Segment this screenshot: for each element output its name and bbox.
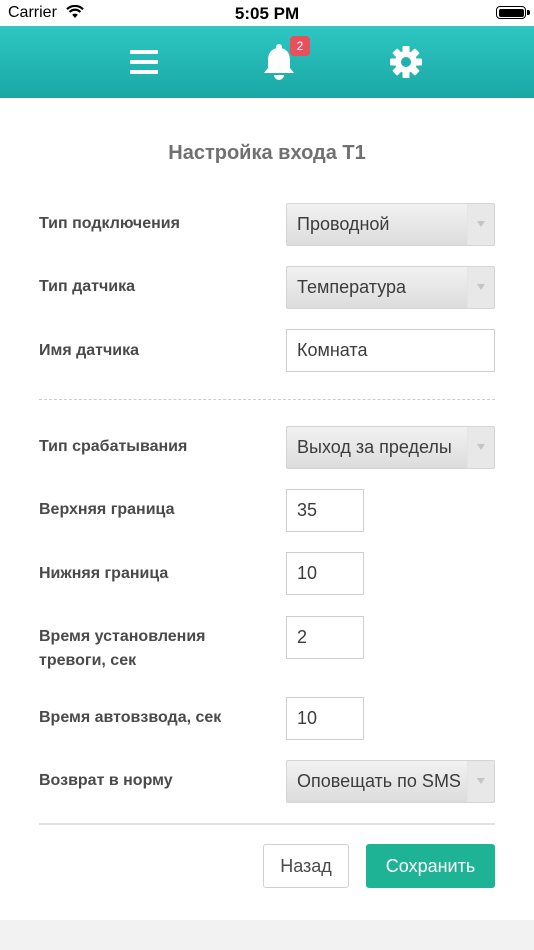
sensor-name-label: Имя датчика bbox=[39, 342, 140, 359]
sensor-type-value: Температура bbox=[297, 277, 407, 297]
battery-icon bbox=[496, 6, 530, 19]
footer-bar bbox=[0, 920, 534, 950]
notification-badge: 2 bbox=[290, 36, 310, 56]
section-divider bbox=[39, 399, 495, 400]
lower-limit-label: Нижняя граница bbox=[39, 565, 169, 582]
menu-button[interactable] bbox=[124, 26, 164, 98]
lower-limit-input[interactable]: 10 bbox=[286, 552, 364, 595]
alarm-time-label: Время установления тревоги, сек bbox=[39, 628, 206, 669]
status-bar: Carrier 5:05 PM bbox=[0, 0, 534, 26]
trigger-type-value: Выход за пределы bbox=[297, 437, 452, 457]
connection-type-select[interactable]: Проводной bbox=[286, 203, 495, 246]
return-to-normal-select[interactable]: Оповещать по SMS bbox=[286, 760, 495, 803]
top-toolbar: 2 bbox=[0, 26, 534, 98]
sensor-name-input[interactable]: Комната bbox=[286, 329, 495, 372]
chevron-down-icon bbox=[477, 778, 485, 784]
connection-type-value: Проводной bbox=[297, 214, 390, 234]
status-time: 5:05 PM bbox=[234, 4, 300, 23]
buttons-divider bbox=[39, 823, 495, 825]
settings-button[interactable] bbox=[386, 26, 426, 98]
return-to-normal-value: Оповещать по SMS bbox=[297, 771, 461, 791]
hamburger-menu-icon bbox=[130, 50, 158, 74]
back-button[interactable]: Назад bbox=[263, 844, 349, 888]
chevron-down-icon bbox=[477, 444, 485, 450]
save-button[interactable]: Сохранить bbox=[366, 844, 495, 888]
sensor-type-select[interactable]: Температура bbox=[286, 266, 495, 309]
chevron-down-icon bbox=[477, 221, 485, 227]
gear-icon bbox=[390, 46, 422, 78]
auto-arm-time-input[interactable]: 10 bbox=[286, 697, 364, 740]
sensor-type-label: Тип датчика bbox=[39, 278, 136, 295]
return-to-normal-label: Возврат в норму bbox=[39, 772, 173, 789]
alarm-time-input[interactable]: 2 bbox=[286, 616, 364, 659]
auto-arm-time-label: Время автовзвода, сек bbox=[39, 709, 222, 726]
page-title: Настройка входа Т1 bbox=[168, 142, 366, 164]
upper-limit-label: Верхняя граница bbox=[39, 501, 175, 518]
trigger-type-label: Тип срабатывания bbox=[39, 438, 188, 455]
trigger-type-select[interactable]: Выход за пределы bbox=[286, 426, 495, 469]
chevron-down-icon bbox=[477, 284, 485, 290]
upper-limit-input[interactable]: 35 bbox=[286, 489, 364, 532]
connection-type-label: Тип подключения bbox=[39, 215, 180, 232]
